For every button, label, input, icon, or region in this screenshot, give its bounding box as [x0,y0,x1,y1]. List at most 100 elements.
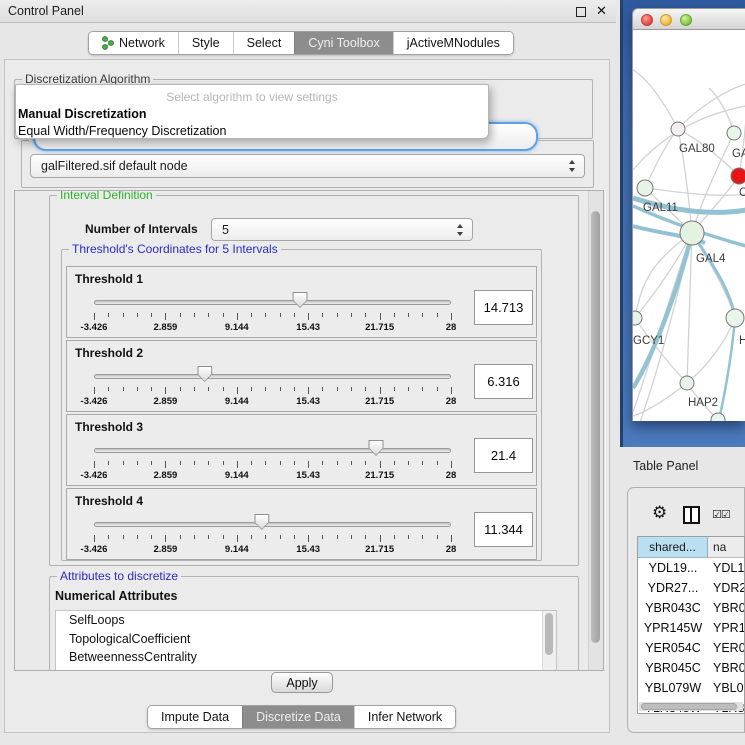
algorithm-hint: Select algorithm to view settings [16,90,488,104]
scrollbar-thumb[interactable] [591,211,600,643]
slider-track[interactable] [94,522,451,527]
threshold-slider[interactable]: -3.4262.8599.14415.4321.71528 [94,294,451,334]
threshold-value-field[interactable]: 6.316 [474,364,533,399]
table-row[interactable]: YBR045CYBR0 [638,658,744,678]
combo-arrows-icon[interactable] [569,160,576,172]
network-node[interactable] [731,168,745,184]
gear-icon[interactable]: ⚙ [652,503,667,523]
table-row[interactable]: YDR27...YDR2 [638,578,744,598]
network-edge[interactable] [633,70,678,129]
table-row[interactable]: YDL19...YDL1 [638,558,744,578]
network-edge[interactable] [635,233,692,318]
scrollbar-thumb[interactable] [545,613,553,655]
table-row[interactable]: YER054CYER0 [638,638,744,658]
network-canvas[interactable]: GAL80GACGAL11GAL4GCY1HHAP2 [632,30,745,421]
tab-select[interactable]: Select [233,32,295,54]
interval-definition-title: Interval Definition [57,190,156,202]
tab-jactivemnodules[interactable]: jActiveMNodules [393,32,513,54]
tab-discretize-data[interactable]: Discretize Data [242,706,354,728]
table-row[interactable]: YBR043CYBR0 [638,598,744,618]
tab-style[interactable]: Style [178,32,233,54]
table-cell: YPR145W [638,618,708,638]
network-node[interactable] [633,311,642,325]
slider-thumb[interactable] [369,440,384,456]
network-node[interactable] [726,309,744,327]
threshold-label: Threshold 2 [75,346,143,360]
table-horizontal-scrollbar[interactable] [639,702,743,711]
split-columns-icon[interactable] [683,506,700,524]
table-data-combobox[interactable]: galFiltered.sif default node [30,154,585,178]
threshold-value-field[interactable]: 21.4 [474,438,533,473]
tab-infer-network[interactable]: Infer Network [354,706,455,728]
slider-track[interactable] [94,374,451,379]
tab-label: Cyni Toolbox [308,32,379,54]
tab-label: Discretize Data [256,706,341,728]
table-panel-title: Table Panel [633,459,698,473]
threshold-value-field[interactable]: 11.344 [474,512,533,547]
zoom-window-icon[interactable] [680,14,692,26]
menu-item-manual-discretization[interactable]: Manual Discretization [18,107,488,122]
table-row[interactable]: YPR145WYPR1 [638,618,744,638]
number-of-intervals-value: 5 [222,223,229,237]
network-node-label: GA [732,148,745,160]
network-thick-edge[interactable] [719,318,735,420]
network-edge[interactable] [645,188,745,195]
close-window-icon[interactable] [641,14,653,26]
network-node[interactable] [680,376,694,390]
network-edge[interactable] [692,233,735,318]
tab-cyni-toolbox[interactable]: Cyni Toolbox [294,32,392,54]
scrollbar-thumb[interactable] [641,703,737,710]
number-of-intervals-combobox[interactable]: 5 [211,218,473,241]
panel-divider[interactable] [620,0,623,447]
attribute-list-item[interactable]: TopologicalCoefficient [56,630,556,649]
table-header-row: shared...na [638,537,744,558]
float-panel-icon[interactable] [576,7,586,17]
attributes-group: Attributes to discretize Numerical Attri… [49,576,579,671]
minimize-window-icon[interactable] [660,14,672,26]
threshold-slider[interactable]: -3.4262.8599.14415.4321.71528 [94,368,451,408]
network-node[interactable] [671,122,685,136]
slider-thumb[interactable] [254,514,269,530]
network-node[interactable] [637,180,653,196]
slider-thumb[interactable] [197,366,212,382]
node-table: shared...na YDL19...YDL1YDR27...YDR2YBR0… [637,536,745,714]
apply-button[interactable]: Apply [271,672,333,693]
settings-vertical-scrollbar[interactable] [588,191,603,670]
slider-track[interactable] [94,448,451,453]
control-panel-titlebar: Control Panel ✕ [0,0,616,23]
slider-ticks [94,535,451,543]
threshold-slider[interactable]: -3.4262.8599.14415.4321.71528 [94,442,451,482]
attribute-list-item[interactable]: BetweennessCentrality [56,648,556,667]
threshold-panel: Threshold 1 -3.4262.8599.14415.4321.7152… [66,266,537,338]
threshold-panel: Threshold 3 -3.4262.8599.14415.4321.7152… [66,414,537,486]
combo-arrows-icon[interactable] [457,224,464,236]
threshold-slider[interactable]: -3.4262.8599.14415.4321.71528 [94,516,451,556]
attributes-scrollbar[interactable] [542,611,556,671]
table-column-header[interactable]: na [708,537,744,558]
network-thick-edge[interactable] [633,233,692,388]
threshold-label: Threshold 1 [75,272,143,286]
network-node-label: C [739,187,745,199]
slider-track[interactable] [94,300,451,305]
table-column-header[interactable]: shared... [638,537,708,558]
network-edge[interactable] [635,233,692,318]
slider-thumb[interactable] [293,292,308,308]
menu-item-equal-width-frequency[interactable]: Equal Width/Frequency Discretization [18,124,488,139]
table-cell: YBR0 [708,598,744,618]
network-window-titlebar[interactable] [632,8,745,30]
attribute-list-item[interactable]: SelfLoops [56,611,556,630]
network-edge[interactable] [739,118,745,176]
tab-network[interactable]: Network [89,32,178,54]
network-node[interactable] [680,221,704,245]
app-root: Control Panel ✕ NetworkStyleSelect Cyni T… [0,0,745,745]
table-row[interactable]: YBL079WYBL0 [638,678,744,698]
tab-impute-data[interactable]: Impute Data [148,706,242,728]
network-edge[interactable] [645,129,678,188]
network-thick-edge[interactable] [692,233,735,318]
close-panel-icon[interactable]: ✕ [596,3,607,19]
threshold-value-field[interactable]: 14.713 [474,290,533,325]
control-panel-body: Discretization Algorithm Select algorith… [4,59,610,733]
network-node[interactable] [727,126,741,140]
settings-scroll-area: Interval Definition Number of Intervals … [14,190,604,671]
checkbox-columns-icon[interactable]: ☑☑ [712,508,730,521]
